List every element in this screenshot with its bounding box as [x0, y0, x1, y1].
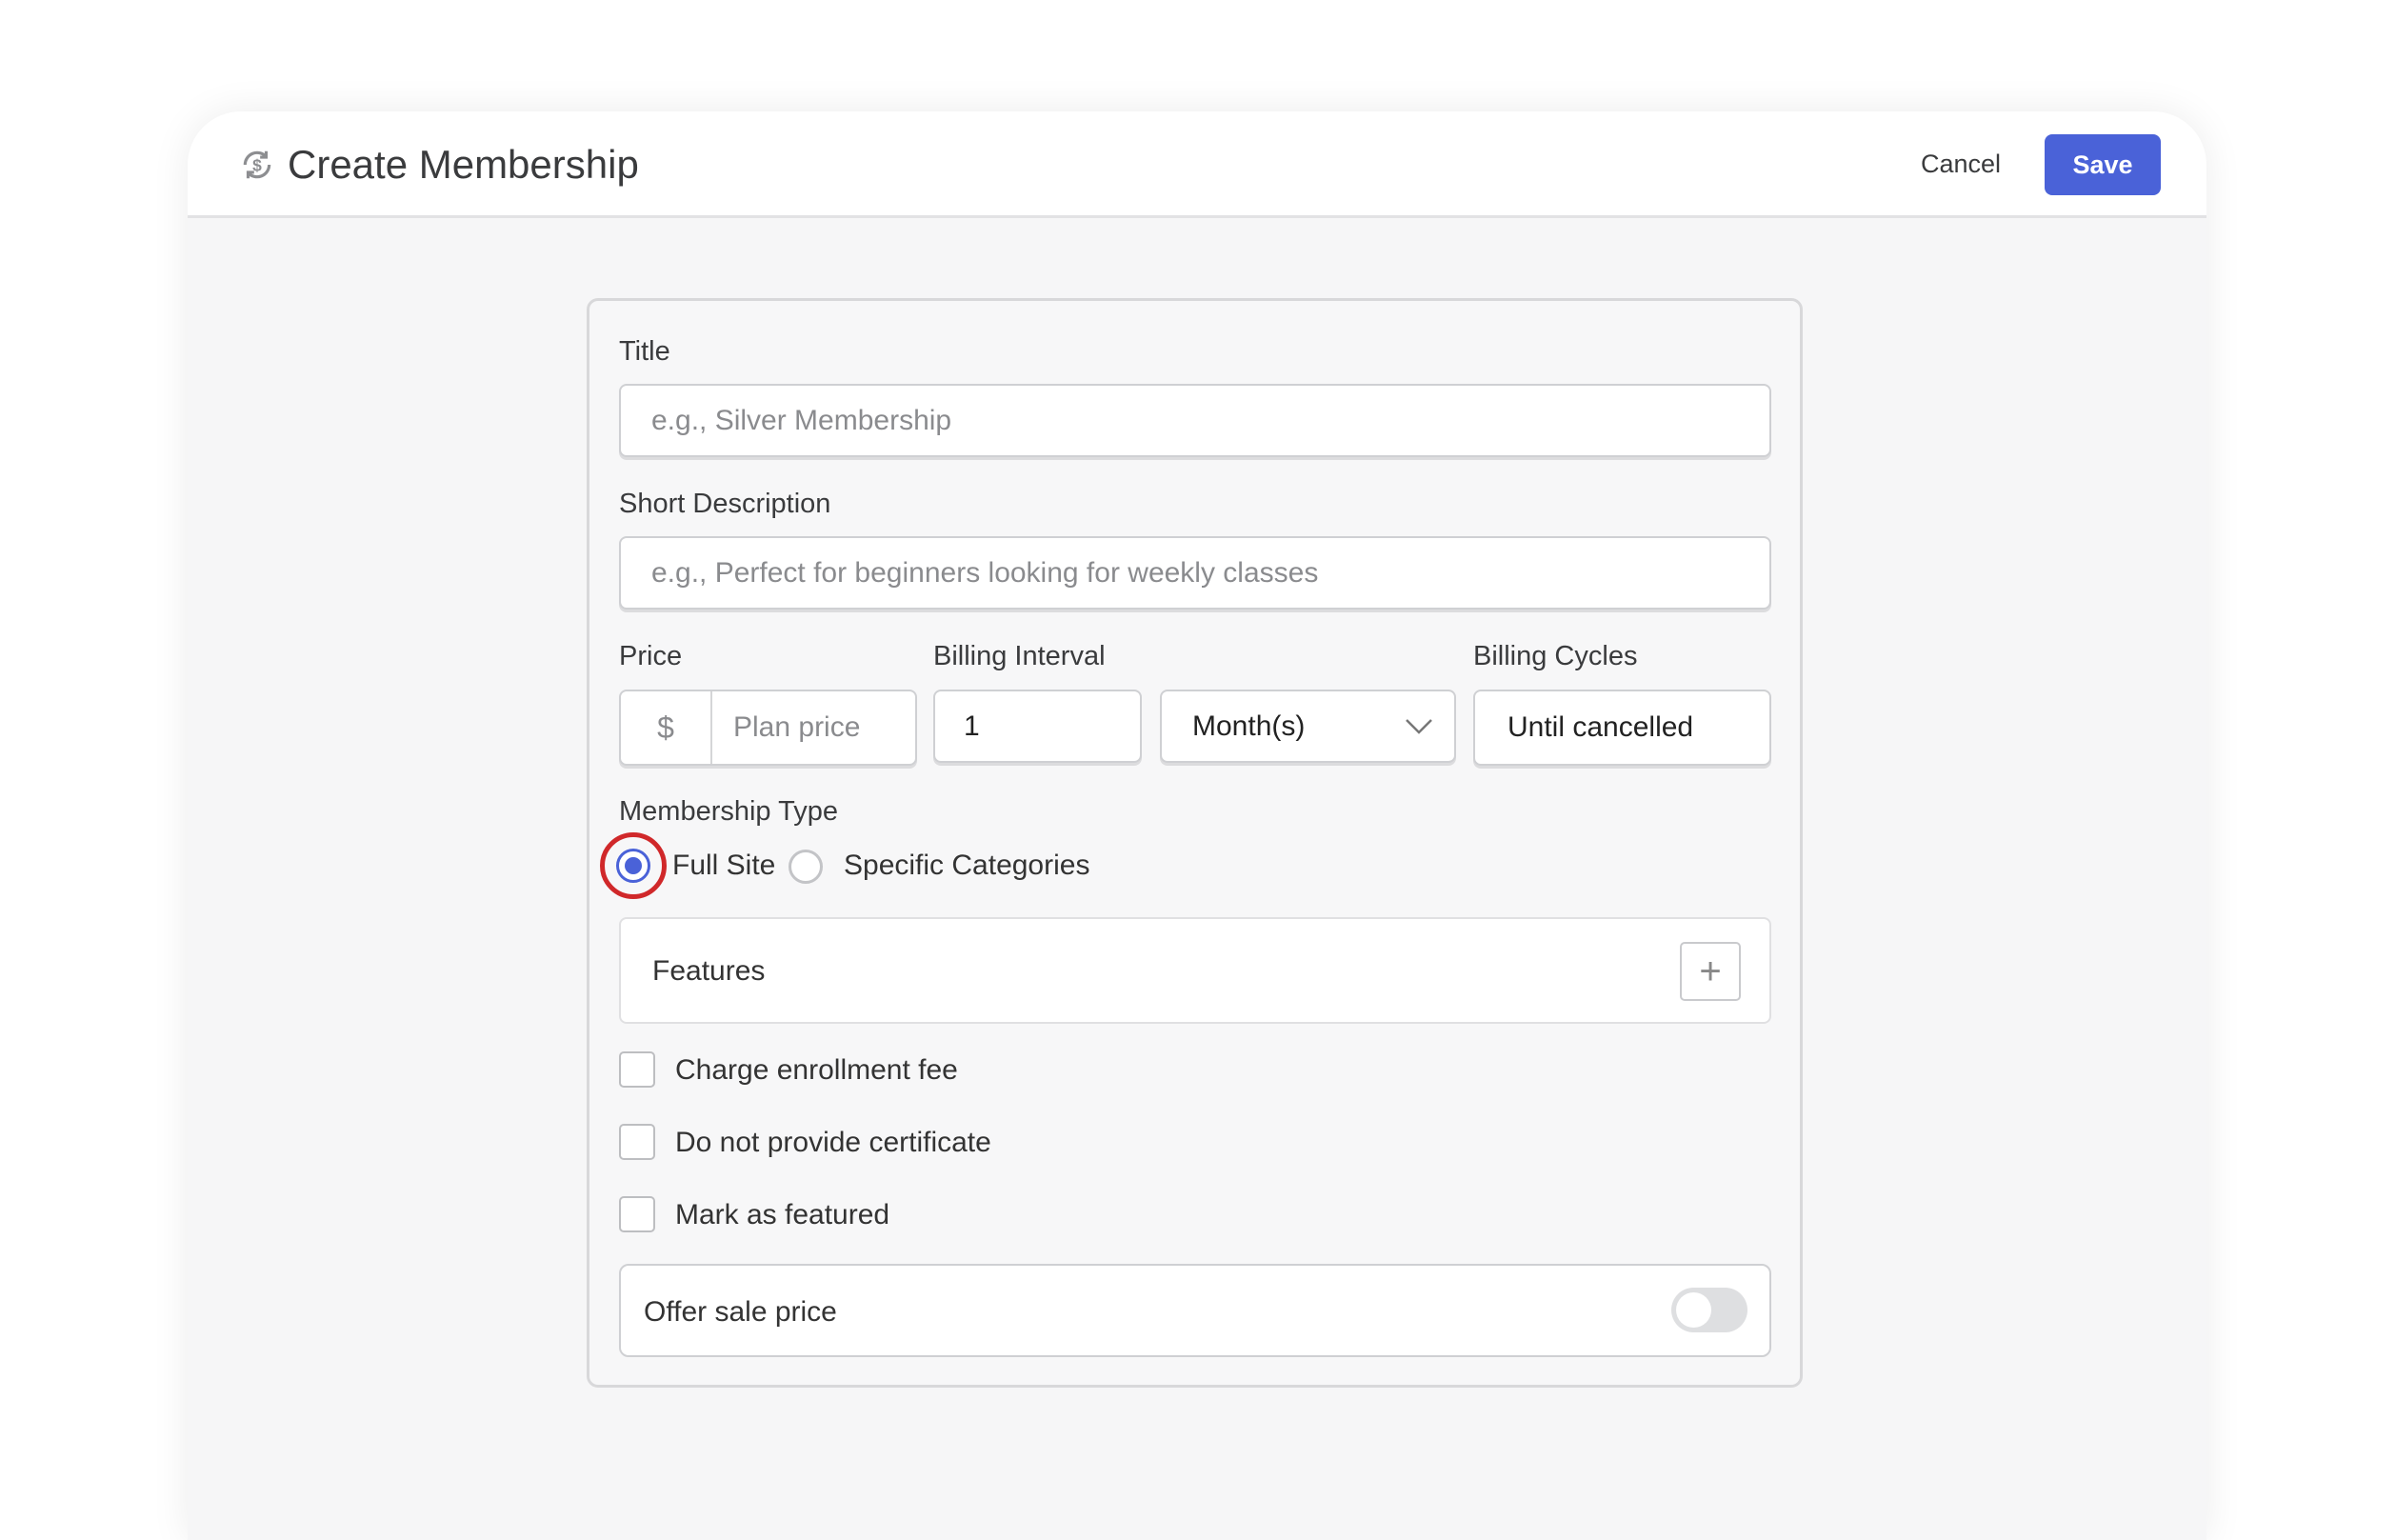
price-input[interactable]: $ Plan price — [619, 690, 917, 766]
billing-unit-value: Month(s) — [1192, 710, 1306, 742]
radio-label-specific-categories: Specific Categories — [844, 850, 1090, 881]
billing-interval-input[interactable]: 1 — [933, 690, 1142, 763]
sale-price-label: Offer sale price — [644, 1296, 837, 1328]
radio-specific-categories[interactable] — [789, 850, 823, 884]
header: $ Create Membership Cancel Save — [188, 111, 2206, 218]
title-input[interactable]: e.g., Silver Membership — [619, 384, 1771, 457]
add-feature-button[interactable]: + — [1680, 942, 1741, 1001]
short-description-input[interactable]: e.g., Perfect for beginners looking for … — [619, 536, 1771, 610]
page-title: Create Membership — [288, 142, 639, 187]
sale-price-section: Offer sale price — [619, 1264, 1771, 1357]
features-section: Features + — [619, 917, 1771, 1024]
svg-text:$: $ — [252, 155, 262, 174]
billing-interval-label: Billing Interval — [933, 641, 1106, 671]
save-button[interactable]: Save — [2045, 134, 2161, 195]
membership-type-label: Membership Type — [619, 796, 838, 827]
checkbox-no-certificate[interactable] — [619, 1124, 655, 1160]
short-description-label: Short Description — [619, 489, 831, 519]
radio-label-full-site: Full Site — [672, 850, 776, 881]
membership-form: Title e.g., Silver Membership Short Desc… — [587, 298, 1803, 1388]
cancel-button[interactable]: Cancel — [1921, 150, 2001, 179]
billing-cycles-label: Billing Cycles — [1473, 641, 1638, 671]
billing-cycles-input[interactable]: Until cancelled — [1473, 690, 1771, 766]
currency-prefix: $ — [621, 691, 712, 764]
sale-price-toggle[interactable] — [1671, 1288, 1747, 1332]
checkbox-featured[interactable] — [619, 1196, 655, 1232]
short-description-placeholder: e.g., Perfect for beginners looking for … — [651, 556, 1319, 589]
title-placeholder: e.g., Silver Membership — [651, 404, 952, 436]
checkbox-label: Charge enrollment fee — [675, 1054, 958, 1086]
features-label: Features — [652, 955, 766, 987]
title-label: Title — [619, 336, 670, 367]
price-placeholder: Plan price — [733, 711, 861, 743]
price-label: Price — [619, 641, 683, 671]
checkbox-label: Do not provide certificate — [675, 1127, 991, 1158]
dollar-refresh-icon: $ — [243, 150, 271, 179]
radio-full-site[interactable] — [616, 849, 650, 883]
plus-icon: + — [1699, 950, 1722, 992]
billing-unit-select[interactable]: Month(s) — [1160, 690, 1456, 763]
create-membership-window: $ Create Membership Cancel Save Title e.… — [188, 111, 2206, 1540]
checkbox-enrollment-fee[interactable] — [619, 1051, 655, 1088]
checkbox-label: Mark as featured — [675, 1199, 890, 1230]
chevron-down-icon — [1406, 719, 1432, 734]
